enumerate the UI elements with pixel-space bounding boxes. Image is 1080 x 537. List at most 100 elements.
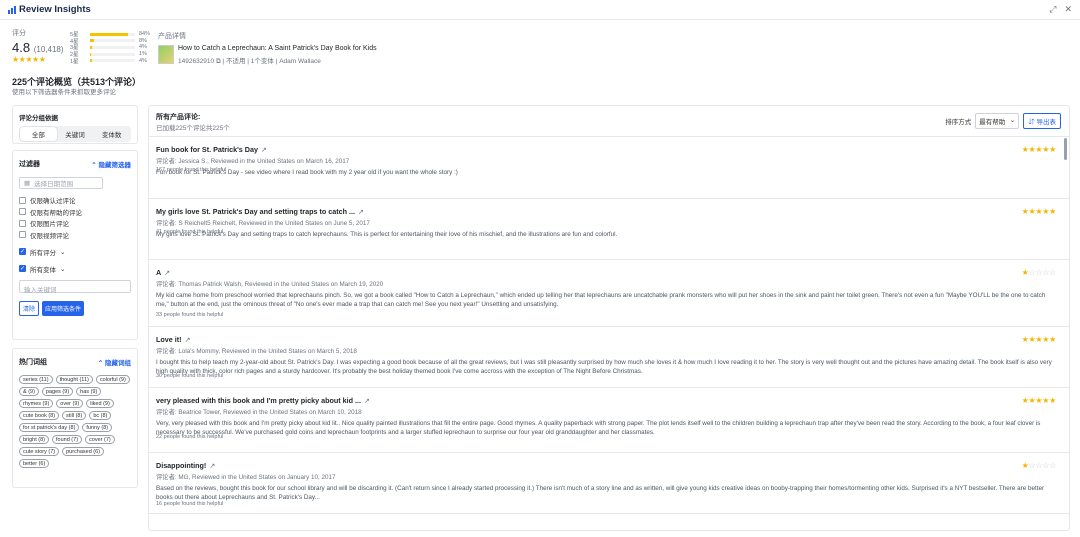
product-isbn: 1492632910	[178, 58, 215, 65]
review-item: A ↗ 评论者: Thomas Patrick Walsh, Reviewed i…	[149, 260, 1069, 327]
external-link-icon[interactable]: ↗	[358, 207, 364, 216]
checkbox-box[interactable]	[19, 208, 26, 215]
hot-word-tag[interactable]: purchased (6)	[62, 447, 105, 456]
hot-word-tag[interactable]: pages (9)	[41, 387, 74, 396]
check-icon[interactable]: ✓	[19, 248, 26, 255]
hot-word-tag[interactable]: found (7)	[52, 435, 83, 444]
hot-word-tag[interactable]: thought (11)	[55, 375, 93, 384]
review-helpful: 16 people found this helpful	[156, 501, 224, 507]
hot-word-tag[interactable]: series (11)	[19, 375, 53, 384]
verified-checkbox[interactable]: 仅限确认过评论	[19, 196, 131, 205]
hot-word-tag[interactable]: rhymes (9)	[19, 399, 54, 408]
review-body: I bought this to help teach my 2-year-ol…	[156, 359, 1052, 375]
bar-chart-icon	[8, 5, 16, 14]
review-helpful: 167 people found this helpful	[156, 167, 227, 173]
hot-word-tag[interactable]: for st patrick's day (8)	[19, 423, 80, 432]
external-link-icon[interactable]: ↗	[261, 145, 267, 154]
all-ratings-label: 所有评分	[30, 249, 56, 257]
keyword-input[interactable]: 输入关键词	[19, 279, 131, 294]
date-range-input[interactable]: ▦ 选择日期范围	[19, 177, 103, 189]
hot-word-tag[interactable]: cover (7)	[85, 435, 115, 444]
product-thumbnail[interactable]	[158, 45, 174, 64]
checkbox-box[interactable]	[19, 196, 26, 204]
hide-filters-link[interactable]: ⌃ 隐藏筛选器	[91, 159, 131, 169]
review-item: Disappointing! ↗ 评论者: MG, Reviewed in the…	[149, 453, 1069, 514]
image-checkbox[interactable]: 仅限图片评论	[19, 219, 131, 228]
segment-label: 评论分组依据	[19, 115, 58, 122]
hot-word-tag[interactable]: over (9)	[56, 399, 84, 408]
clear-button[interactable]: 清除	[19, 300, 40, 316]
all-variants-dropdown[interactable]: ✓ 所有变体 ⌄	[19, 265, 131, 274]
close-icon[interactable]: ✕	[1064, 4, 1072, 15]
distribution-bar	[90, 32, 135, 36]
hot-word-tag[interactable]: colorful (9)	[95, 375, 130, 384]
hide-words-link[interactable]: ⌃ 隐藏词组	[98, 357, 131, 367]
checkbox-box[interactable]	[19, 231, 26, 238]
distribution-percent: 84%	[139, 31, 151, 38]
review-title[interactable]: My girls love St. Patrick's Day and sett…	[156, 207, 355, 216]
distribution-percent: 4%	[139, 44, 147, 51]
check-icon[interactable]: ✓	[19, 265, 26, 272]
review-title[interactable]: Fun book for St. Patrick's Day	[156, 145, 258, 154]
segment-option-variant[interactable]: 变体数	[93, 127, 130, 141]
hot-words-tags: series (11) thought (11) colorful (9) & (9)…	[19, 375, 131, 468]
product-title[interactable]: How to Catch a Leprechaun: A Saint Patri…	[178, 45, 377, 52]
hot-word-tag[interactable]: bright (8)	[19, 435, 50, 444]
helpful-checkbox[interactable]: 仅限有帮助的评论	[19, 208, 131, 217]
hot-word-tag[interactable]: better (6)	[19, 459, 50, 468]
external-link-icon[interactable]: ↗	[209, 461, 215, 470]
review-title[interactable]: Disappointing!	[156, 461, 206, 470]
product-applicable: 不适用	[225, 58, 246, 65]
segment-option-all[interactable]: 全部	[20, 127, 57, 141]
segment-card: 评论分组依据 全部 关键词 变体数	[12, 105, 138, 144]
all-ratings-dropdown[interactable]: ✓ 所有评分 ⌄	[19, 248, 131, 257]
expand-icon[interactable]: ⤢	[1049, 4, 1056, 15]
scrollbar[interactable]	[1064, 138, 1067, 160]
checkbox-label: 仅限图片评论	[30, 221, 69, 228]
product-variants: 1个变体	[250, 58, 274, 65]
distribution-percent: 1%	[139, 51, 147, 58]
app-logo: Review Insights	[8, 4, 91, 15]
review-title[interactable]: very pleased with this book and I'm pret…	[156, 396, 361, 405]
review-meta: 评论者: Jessica S., Reviewed in the United …	[156, 158, 350, 165]
hot-word-tag[interactable]: bc (8)	[89, 411, 112, 420]
segment-option-keyword[interactable]: 关键词	[57, 127, 94, 141]
external-link-icon[interactable]: ↗	[185, 335, 191, 344]
review-helpful: 30 people found this helpful	[156, 373, 224, 379]
review-title[interactable]: Love it!	[156, 335, 182, 344]
hide-filters-label: 隐藏筛选器	[98, 162, 132, 169]
filter-title: 过滤器	[19, 161, 40, 168]
apply-filters-button[interactable]: 应用筛选条件	[42, 300, 85, 316]
reviews-header: 所有产品评论: 已加载225个评论共225个 排序方式 最有帮助 ⌄ ⇵ 导出表	[149, 106, 1069, 137]
hot-word-tag[interactable]: cute book (8)	[19, 411, 60, 420]
export-icon: ⇵	[1028, 119, 1035, 126]
hot-word-tag[interactable]: funny (8)	[82, 423, 113, 432]
checkbox-label: 仅限确认过评论	[30, 198, 76, 205]
external-link-icon[interactable]: ↗	[364, 396, 370, 405]
review-title[interactable]: A	[156, 268, 161, 277]
review-helpful: 41 people found this helpful	[156, 229, 224, 235]
hot-word-tag[interactable]: cute story (7)	[19, 447, 60, 456]
export-button[interactable]: ⇵ 导出表	[1023, 113, 1061, 129]
chevron-up-icon: ⌃	[97, 360, 104, 367]
hot-word-tag[interactable]: still (8)	[62, 411, 87, 420]
segment-control: 全部 关键词 变体数	[19, 126, 131, 142]
review-body: My kid came home from preschool worried …	[156, 292, 1046, 308]
review-body: Fun book for St. Patrick's Day - see vid…	[156, 169, 458, 176]
sort-select[interactable]: 最有帮助 ⌄	[975, 113, 1020, 129]
hot-word-tag[interactable]: liked (9)	[86, 399, 114, 408]
checkbox-label: 仅限视频评论	[30, 232, 69, 240]
export-label: 导出表	[1036, 119, 1057, 126]
review-list: Fun book for St. Patrick's Day ↗ 评论者: Jes…	[149, 137, 1069, 514]
copy-icon[interactable]: ⧉	[216, 58, 221, 65]
reviews-panel: 所有产品评论: 已加载225个评论共225个 排序方式 最有帮助 ⌄ ⇵ 导出表 …	[148, 105, 1070, 531]
calendar-icon: ▦	[24, 180, 31, 187]
video-checkbox[interactable]: 仅限视频评论	[19, 231, 131, 240]
filter-card: 过滤器 ⌃ 隐藏筛选器 ▦ 选择日期范围 仅限确认过评论 仅限有帮助的评论 仅限…	[12, 150, 138, 340]
checkbox-box[interactable]	[19, 219, 26, 227]
review-meta: 评论者: Lola's Mommy, Reviewed in the Unite…	[156, 348, 357, 355]
hot-word-tag[interactable]: has (9)	[76, 387, 102, 396]
review-body: My girls love St. Patrick's Day and sett…	[156, 231, 618, 238]
external-link-icon[interactable]: ↗	[164, 268, 170, 277]
hot-word-tag[interactable]: & (9)	[19, 387, 39, 396]
